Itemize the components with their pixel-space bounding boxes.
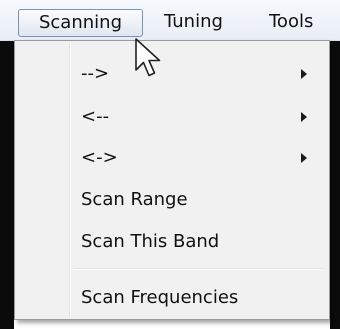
menu-item-scan-both[interactable]: <-> [17,139,327,177]
menu-scanning[interactable]: Scanning [18,9,143,37]
submenu-arrow-icon [301,153,307,163]
submenu-arrow-icon [301,112,307,122]
background-panel-right [330,41,340,329]
menu-item-scan-frequencies[interactable]: Scan Frequencies [17,279,327,317]
menu-item-label: <-- [81,106,110,127]
menu-item-label: Scan Frequencies [81,287,239,308]
menu-item-label: Scan This Band [81,231,220,252]
menu-separator [73,268,323,270]
scanning-dropdown-menu: --> <-- <-> Scan Range Scan This Band Sc… [14,40,330,320]
menu-item-scan-backward[interactable]: <-- [17,98,327,136]
background-panel-left [0,41,14,329]
menu-item-label: <-> [81,147,118,168]
menu-tools[interactable]: Tools [269,8,313,36]
menu-bar: Scanning Tuning Tools [0,0,340,41]
menu-tuning[interactable]: Tuning [164,8,223,36]
submenu-arrow-icon [301,69,307,79]
mouse-pointer-icon [135,38,161,77]
menu-item-label: --> [81,63,110,84]
menu-item-label: Scan Range [81,189,188,210]
menu-item-scan-range[interactable]: Scan Range [17,181,327,219]
menu-item-scan-this-band[interactable]: Scan This Band [17,223,327,261]
menu-item-scan-forward[interactable]: --> [17,55,327,93]
